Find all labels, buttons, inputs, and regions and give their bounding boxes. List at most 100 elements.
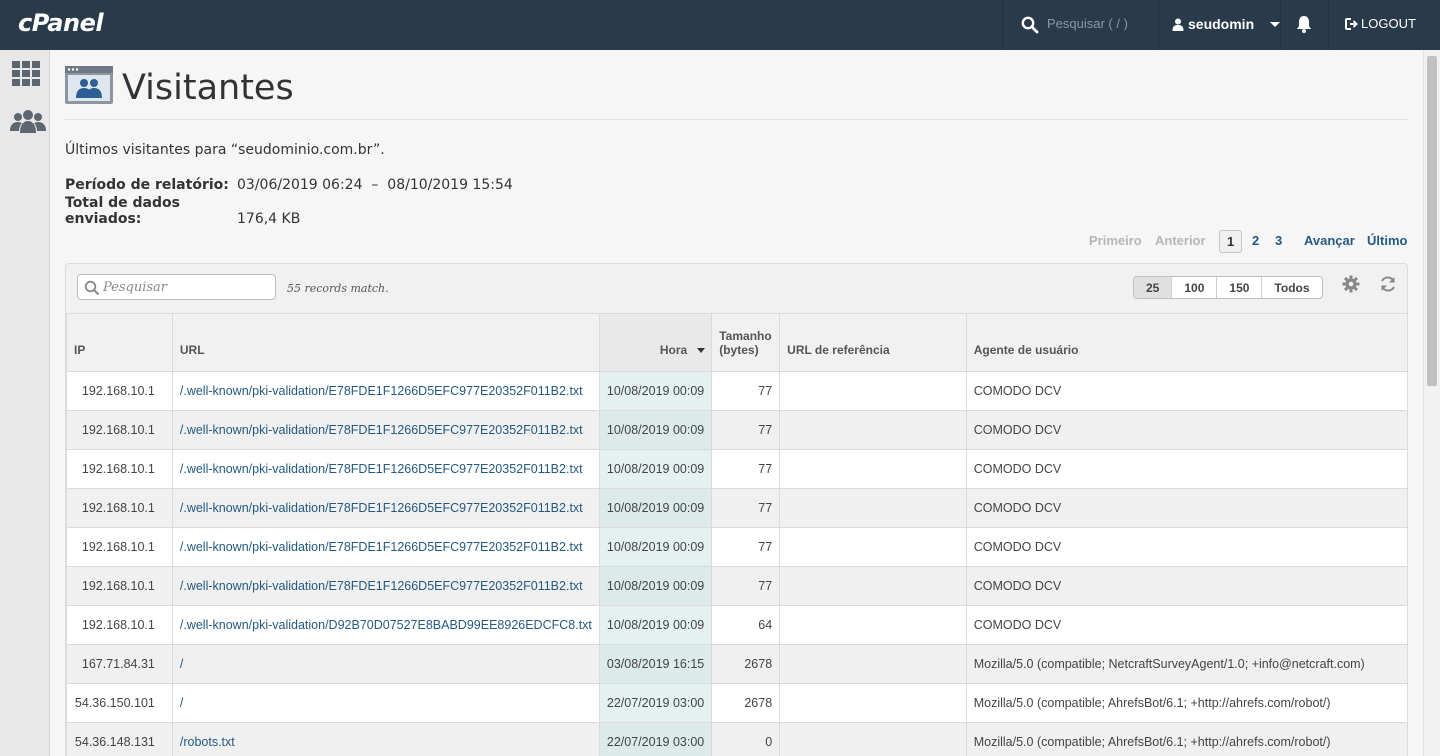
logout-label: LOGOUT bbox=[1361, 16, 1416, 31]
table-row: 192.168.10.1/.well-known/pki-validation/… bbox=[66, 410, 1409, 450]
page-size-100[interactable]: 100 bbox=[1171, 277, 1216, 298]
cell-user-agent: Mozilla/5.0 (compatible; NetcraftSurveyA… bbox=[965, 644, 1409, 684]
cell-size: 64 bbox=[711, 605, 781, 645]
page-size-150[interactable]: 150 bbox=[1216, 277, 1261, 298]
cell-url-link[interactable]: / bbox=[171, 644, 600, 684]
search-icon bbox=[84, 280, 100, 296]
cell-hora: 03/08/2019 16:15 bbox=[598, 644, 713, 684]
users-group-icon[interactable] bbox=[10, 109, 46, 135]
table-row: 192.168.10.1/.well-known/pki-validation/… bbox=[66, 605, 1409, 645]
report-period-value: 03/06/2019 06:24 – 08/10/2019 15:54 bbox=[237, 177, 513, 193]
column-header-hora-label: Hora bbox=[659, 343, 688, 357]
column-header-referrer[interactable]: URL de referência bbox=[779, 313, 967, 372]
cell-referrer bbox=[779, 644, 967, 684]
global-search-placeholder: Pesquisar ( / ) bbox=[1047, 16, 1128, 31]
gear-icon[interactable] bbox=[1342, 275, 1360, 293]
cell-ip: 192.168.10.1 bbox=[66, 605, 173, 645]
cell-url-link[interactable]: /.well-known/pki-validation/E78FDE1F1266… bbox=[171, 566, 600, 606]
cell-ip: 167.71.84.31 bbox=[66, 644, 173, 684]
cell-size: 0 bbox=[711, 722, 781, 756]
pagination-last[interactable]: Último bbox=[1367, 233, 1407, 248]
visitors-page-icon bbox=[65, 66, 113, 104]
column-header-hora[interactable]: Hora bbox=[598, 313, 713, 372]
cell-ip: 192.168.10.1 bbox=[66, 371, 173, 411]
chevron-down-icon bbox=[1270, 21, 1281, 27]
cell-url-link[interactable]: /.well-known/pki-validation/E78FDE1F1266… bbox=[171, 410, 600, 450]
global-search[interactable]: Pesquisar ( / ) bbox=[1003, 0, 1158, 50]
cell-url-link[interactable]: /.well-known/pki-validation/E78FDE1F1266… bbox=[171, 449, 600, 489]
cell-referrer bbox=[779, 488, 967, 528]
cell-size: 77 bbox=[711, 449, 781, 489]
cell-referrer bbox=[779, 566, 967, 606]
cell-size: 2678 bbox=[711, 683, 781, 723]
separator bbox=[1158, 0, 1159, 50]
cell-hora: 10/08/2019 00:09 bbox=[598, 566, 713, 606]
cpanel-logo[interactable]: cPanel bbox=[18, 9, 104, 37]
logout-icon bbox=[1345, 17, 1358, 30]
cell-referrer bbox=[779, 605, 967, 645]
cell-hora: 22/07/2019 03:00 bbox=[598, 722, 713, 756]
cell-url-link[interactable]: /.well-known/pki-validation/E78FDE1F1266… bbox=[171, 371, 600, 411]
pagination-page-3[interactable]: 3 bbox=[1275, 233, 1282, 248]
user-menu[interactable]: seudomin bbox=[1172, 16, 1281, 32]
sort-desc-icon bbox=[697, 348, 706, 353]
separator bbox=[1280, 0, 1281, 50]
cell-ip: 192.168.10.1 bbox=[66, 527, 173, 567]
cell-referrer bbox=[779, 449, 967, 489]
column-header-user-agent[interactable]: Agente de usuário bbox=[965, 313, 1409, 372]
column-header-url[interactable]: URL bbox=[171, 313, 600, 372]
cell-user-agent: COMODO DCV bbox=[965, 527, 1409, 567]
cell-hora: 10/08/2019 00:09 bbox=[598, 449, 713, 489]
cell-user-agent: COMODO DCV bbox=[965, 410, 1409, 450]
cell-user-agent: Mozilla/5.0 (compatible; AhrefsBot/6.1; … bbox=[965, 722, 1409, 756]
separator bbox=[1328, 0, 1329, 50]
bell-icon[interactable] bbox=[1296, 15, 1312, 33]
cell-user-agent: COMODO DCV bbox=[965, 605, 1409, 645]
pagination-page-2[interactable]: 2 bbox=[1252, 233, 1259, 248]
logout-button[interactable]: LOGOUT bbox=[1345, 16, 1416, 31]
records-count: 55 records match. bbox=[287, 282, 389, 295]
report-period-label: Período de relatório: bbox=[65, 177, 229, 193]
page-size-25[interactable]: 25 bbox=[1134, 277, 1172, 298]
table-row: 167.71.84.31/03/08/2019 16:15 2678 Mozilla… bbox=[66, 644, 1409, 684]
user-icon bbox=[1172, 18, 1184, 31]
cell-user-agent: COMODO DCV bbox=[965, 566, 1409, 606]
username: seudomin bbox=[1188, 16, 1255, 32]
cell-hora: 10/08/2019 00:09 bbox=[598, 410, 713, 450]
scrollbar-thumb[interactable] bbox=[1427, 56, 1437, 386]
top-bar: cPanel Pesquisar ( / ) seudomin LOGOUT bbox=[0, 0, 1440, 50]
cell-ip: 54.36.148.131 bbox=[66, 722, 173, 756]
cell-referrer bbox=[779, 371, 967, 411]
cell-url-link[interactable]: /.well-known/pki-validation/D92B70D07527… bbox=[171, 605, 600, 645]
cell-referrer bbox=[779, 683, 967, 723]
table-search-input[interactable]: Pesquisar bbox=[77, 274, 276, 300]
cell-size: 77 bbox=[711, 488, 781, 528]
cell-size: 77 bbox=[711, 527, 781, 567]
page-size-all[interactable]: Todos bbox=[1261, 277, 1321, 298]
cell-user-agent: COMODO DCV bbox=[965, 488, 1409, 528]
pagination-first: Primeiro bbox=[1089, 233, 1142, 248]
table-search-placeholder: Pesquisar bbox=[103, 280, 168, 295]
pagination-page-1[interactable]: 1 bbox=[1219, 230, 1243, 253]
cell-url-link[interactable]: /.well-known/pki-validation/E78FDE1F1266… bbox=[171, 488, 600, 528]
title-divider bbox=[65, 119, 1408, 120]
cell-url-link[interactable]: /.well-known/pki-validation/E78FDE1F1266… bbox=[171, 527, 600, 567]
table-row: 54.36.150.101/22/07/2019 03:00 2678 Mozill… bbox=[66, 683, 1409, 723]
cell-user-agent: COMODO DCV bbox=[965, 449, 1409, 489]
cell-size: 2678 bbox=[711, 644, 781, 684]
pagination-next[interactable]: Avançar bbox=[1304, 233, 1355, 248]
total-data-sent: Total de dados enviados: 176,4 KB bbox=[65, 195, 300, 227]
column-header-size[interactable]: Tamanho (bytes) bbox=[711, 313, 781, 372]
refresh-icon[interactable] bbox=[1379, 275, 1397, 293]
page-size-selector: 25 100 150 Todos bbox=[1133, 276, 1323, 299]
column-header-ip[interactable]: IP bbox=[66, 313, 173, 372]
table-row: 192.168.10.1/.well-known/pki-validation/… bbox=[66, 449, 1409, 489]
cell-url-link[interactable]: / bbox=[171, 683, 600, 723]
cell-ip: 192.168.10.1 bbox=[66, 449, 173, 489]
cell-url-link[interactable]: /robots.txt bbox=[171, 722, 600, 756]
apps-grid-icon[interactable] bbox=[11, 60, 41, 86]
cell-referrer bbox=[779, 722, 967, 756]
cell-ip: 192.168.10.1 bbox=[66, 488, 173, 528]
vertical-scrollbar[interactable] bbox=[1423, 50, 1440, 756]
cell-hora: 10/08/2019 00:09 bbox=[598, 527, 713, 567]
